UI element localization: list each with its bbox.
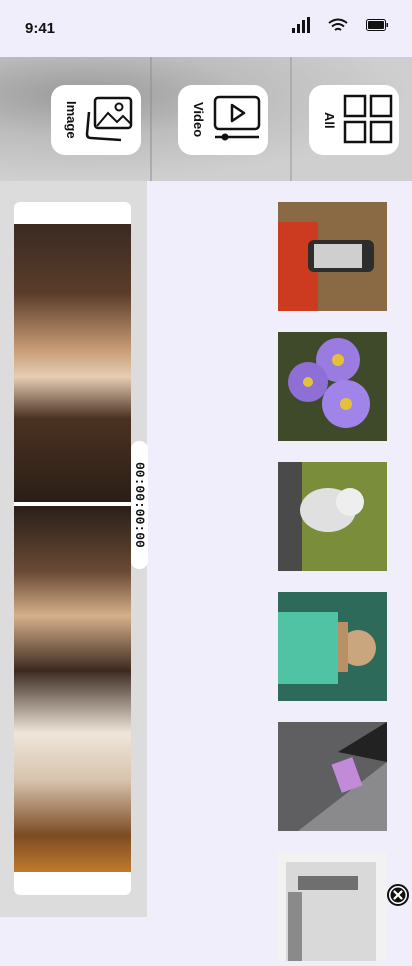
status-time: 9:41 <box>25 20 56 37</box>
gallery-thumbnail[interactable] <box>278 462 387 571</box>
video-filter-button[interactable]: Video <box>178 85 268 155</box>
gallery-thumbnail[interactable] <box>278 202 387 311</box>
photo-purple-daisies <box>278 332 387 441</box>
photo-laptop-webflow-sticker <box>278 722 387 831</box>
status-icons <box>292 17 388 33</box>
all-filter-button[interactable]: All <box>309 85 399 155</box>
gallery-thumbnail[interactable] <box>278 722 387 831</box>
photo-3d-printer <box>278 852 387 961</box>
photo-person-green-shirt <box>278 592 387 701</box>
wifi-icon <box>328 18 348 31</box>
video-frame-1 <box>14 224 131 502</box>
filter-header: Image Video All <box>0 57 412 181</box>
video-filter-label: Video <box>191 102 206 138</box>
gallery-thumbnail[interactable] <box>278 852 387 961</box>
photo-person-holding-phone <box>278 202 387 311</box>
video-frame-2 <box>14 506 131 872</box>
video-player-icon <box>213 95 261 141</box>
gallery-thumbnail[interactable] <box>278 332 387 441</box>
image-filter-button[interactable]: Image <box>51 85 141 155</box>
photo-white-cat <box>278 462 387 571</box>
battery-icon <box>366 19 388 31</box>
timecode-badge: 00:00:00:00 <box>131 441 148 569</box>
images-icon <box>85 96 133 142</box>
status-bar: 9:41 <box>0 0 412 57</box>
timecode-text: 00:00:00:00 <box>132 462 147 548</box>
video-timeline-strip[interactable] <box>14 202 131 895</box>
image-filter-label: Image <box>64 101 79 139</box>
gallery-thumbnail[interactable] <box>278 592 387 701</box>
cellular-signal-icon <box>292 17 310 33</box>
close-icon[interactable] <box>387 884 409 906</box>
grid-icon <box>343 94 393 144</box>
all-filter-label: All <box>322 111 337 129</box>
